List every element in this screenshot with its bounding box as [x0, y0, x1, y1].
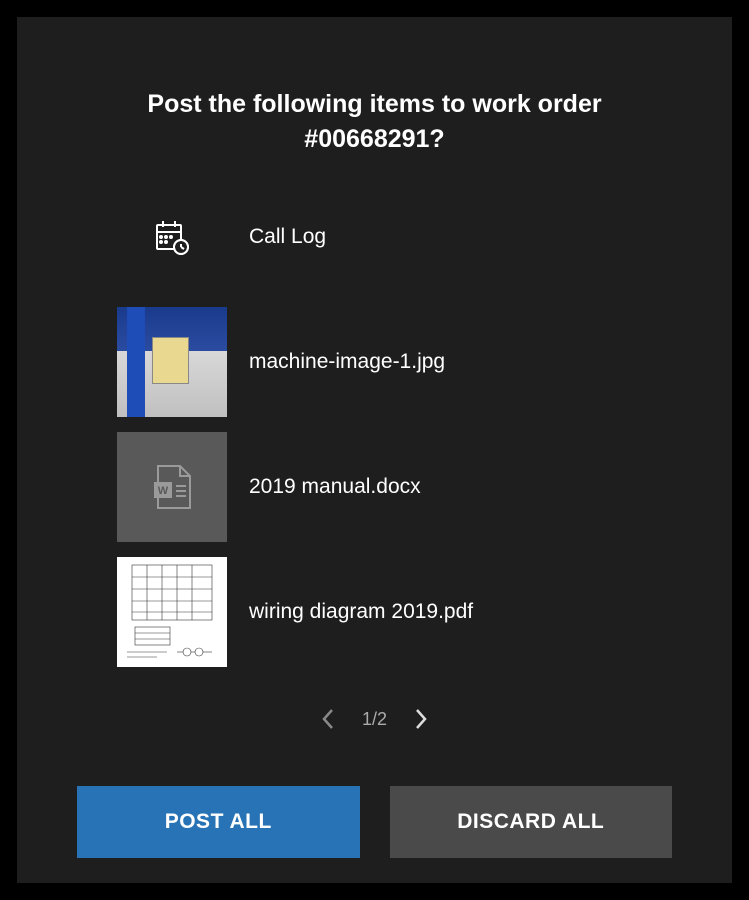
diagram-thumbnail: [117, 557, 227, 667]
calendar-clock-icon: [154, 219, 190, 255]
dialog-title-line1: Post the following items to work order: [147, 90, 601, 118]
list-item[interactable]: wiring diagram 2019.pdf: [117, 557, 672, 667]
word-doc-icon: W: [117, 432, 227, 542]
next-page-button[interactable]: [409, 707, 433, 731]
list-item[interactable]: Call Log: [117, 217, 672, 257]
chevron-left-icon: [320, 707, 336, 731]
item-label: wiring diagram 2019.pdf: [249, 600, 473, 624]
item-thumbnail: W: [117, 432, 227, 542]
dialog-buttons: POST ALL DISCARD ALL: [77, 786, 672, 858]
list-item[interactable]: W 2019 manual.docx: [117, 432, 672, 542]
dialog-title: Post the following items to work order #…: [77, 87, 672, 157]
item-label: machine-image-1.jpg: [249, 350, 445, 374]
items-list: Call Log machine-image-1.jpg W: [77, 217, 672, 682]
item-label: Call Log: [249, 225, 326, 249]
dialog-title-line2: #00668291?: [304, 125, 444, 153]
image-thumbnail: [117, 307, 227, 417]
post-all-button[interactable]: POST ALL: [77, 786, 360, 858]
pagination: 1/2: [77, 707, 672, 731]
item-thumbnail: [117, 217, 227, 257]
prev-page-button[interactable]: [316, 707, 340, 731]
svg-text:W: W: [158, 485, 169, 497]
discard-all-button[interactable]: DISCARD ALL: [390, 786, 673, 858]
post-items-dialog: Post the following items to work order #…: [17, 17, 732, 883]
item-thumbnail: [117, 307, 227, 417]
list-item[interactable]: machine-image-1.jpg: [117, 307, 672, 417]
item-thumbnail: [117, 557, 227, 667]
item-label: 2019 manual.docx: [249, 475, 421, 499]
chevron-right-icon: [413, 707, 429, 731]
page-indicator: 1/2: [362, 709, 387, 730]
